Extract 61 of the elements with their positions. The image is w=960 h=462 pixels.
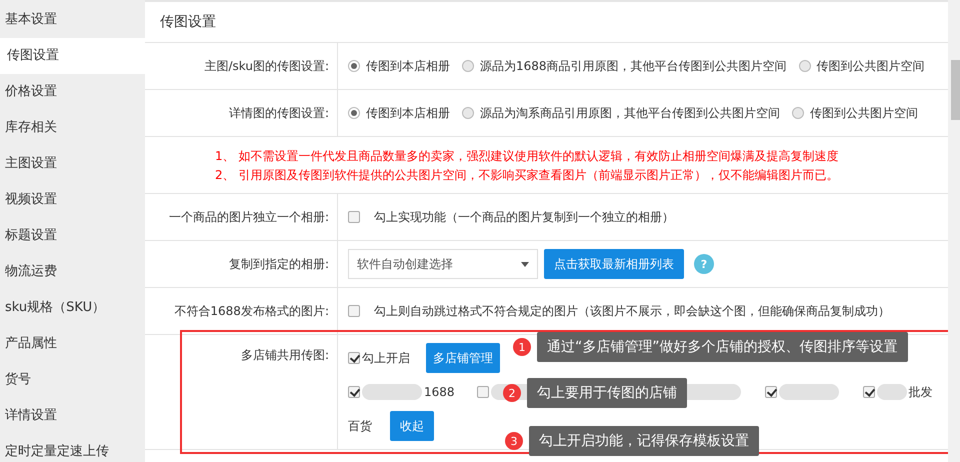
checkbox[interactable] bbox=[348, 305, 360, 317]
sidebar-item[interactable]: 视频设置 bbox=[0, 182, 145, 218]
sidebar-item[interactable]: 传图设置 bbox=[0, 38, 145, 74]
row-label: 详情图的传图设置: bbox=[228, 104, 329, 122]
radio-button[interactable] bbox=[462, 60, 474, 72]
radio-button[interactable] bbox=[462, 107, 474, 119]
tooltip: 勾上要用于传图的店铺 bbox=[527, 378, 687, 408]
sidebar-item[interactable]: 价格设置 bbox=[0, 74, 145, 110]
album-select[interactable]: 软件自动创建选择 bbox=[348, 249, 538, 279]
tooltip: 勾上开启功能，记得保存模板设置 bbox=[529, 426, 759, 456]
option-label: 源品为1688商品引用原图，其他平台传图到公共图片空间 bbox=[480, 58, 787, 74]
tooltip: 通过“多店铺管理”做好多个店铺的授权、传图排序等设置 bbox=[537, 332, 908, 362]
row-label: 不符合1688发布格式的图片: bbox=[174, 302, 329, 320]
sidebar-item[interactable]: 货号 bbox=[0, 362, 145, 398]
sidebar-item[interactable]: 库存相关 bbox=[0, 110, 145, 146]
warning-note: 1、 如不需设置一件代发且商品数量多的卖家，强烈建议使用软件的默认逻辑，有效防止相册空间爆满及提高复制速度 bbox=[215, 148, 840, 165]
row-label: 主图/sku图的传图设置: bbox=[204, 58, 329, 74]
option-label: 传图到本店相册 bbox=[366, 58, 450, 74]
option-label: 源品为淘系商品引用原图，其他平台传图到公共图片空间 bbox=[480, 104, 780, 122]
sidebar-item[interactable]: 物流运费 bbox=[0, 254, 145, 290]
radio-button[interactable] bbox=[348, 60, 360, 72]
collapse-button[interactable]: 收起 bbox=[390, 411, 434, 441]
step-badge: 1 bbox=[513, 338, 531, 356]
checkbox[interactable] bbox=[862, 386, 875, 398]
sidebar-item[interactable]: sku规格（SKU） bbox=[0, 290, 145, 326]
caret-icon bbox=[521, 262, 529, 266]
radio-button[interactable] bbox=[798, 60, 811, 72]
redaction-mark bbox=[778, 384, 839, 400]
scrollbar[interactable] bbox=[948, 0, 960, 462]
checkbox[interactable] bbox=[764, 386, 777, 398]
warning-note: 2、 引用原图及传图到软件提供的公共图片空间，不影响买家查看图片（前端显示图片正常），仅不能编辑图片而已。 bbox=[215, 167, 840, 184]
radio-button[interactable] bbox=[348, 107, 360, 119]
checkbox[interactable] bbox=[348, 352, 360, 364]
radio-button[interactable] bbox=[792, 107, 804, 119]
section-title: 传图设置 bbox=[145, 2, 948, 43]
option-label: 传图到公共图片空间 bbox=[810, 104, 918, 122]
redaction-mark bbox=[362, 384, 422, 400]
row-label: 多店铺共用传图: bbox=[240, 347, 329, 364]
checkbox[interactable] bbox=[348, 211, 360, 223]
sidebar-item[interactable]: 基本设置 bbox=[0, 2, 145, 38]
sidebar-item[interactable]: 主图设置 bbox=[0, 146, 145, 182]
sidebar-item[interactable]: 定时定量定速上传 bbox=[0, 434, 145, 462]
checkbox-label: 勾上开启 bbox=[362, 350, 410, 366]
checkbox[interactable] bbox=[476, 386, 489, 398]
shop-name: 百货 bbox=[348, 418, 372, 434]
sidebar-item[interactable]: 详情设置 bbox=[0, 398, 145, 434]
row-label: 一个商品的图片独立一个相册: bbox=[168, 208, 329, 226]
checkbox-label: 勾上则自动跳过格式不符合规定的图片（该图片不展示，即会缺这个图，但能确保商品复制成功） bbox=[374, 302, 890, 320]
checkbox[interactable] bbox=[348, 386, 360, 398]
manage-shops-button[interactable]: 多店铺管理 bbox=[426, 343, 500, 373]
sidebar-item[interactable]: 标题设置 bbox=[0, 218, 145, 254]
checkbox-label: 勾上实现功能（一个商品的图片复制到一个独立的相册） bbox=[374, 208, 674, 226]
fetch-albums-button[interactable]: 点击获取最新相册列表 bbox=[544, 249, 684, 279]
option-label: 传图到公共图片空间 bbox=[816, 58, 925, 74]
shop-name: 1688 bbox=[424, 385, 455, 399]
redaction-mark bbox=[876, 384, 907, 400]
shop-name: 批发 bbox=[908, 384, 933, 400]
step-badge: 3 bbox=[505, 432, 523, 450]
option-label: 传图到本店相册 bbox=[366, 104, 450, 122]
row-label: 复制到指定的相册: bbox=[228, 256, 329, 272]
sidebar-item[interactable]: 产品属性 bbox=[0, 326, 145, 362]
